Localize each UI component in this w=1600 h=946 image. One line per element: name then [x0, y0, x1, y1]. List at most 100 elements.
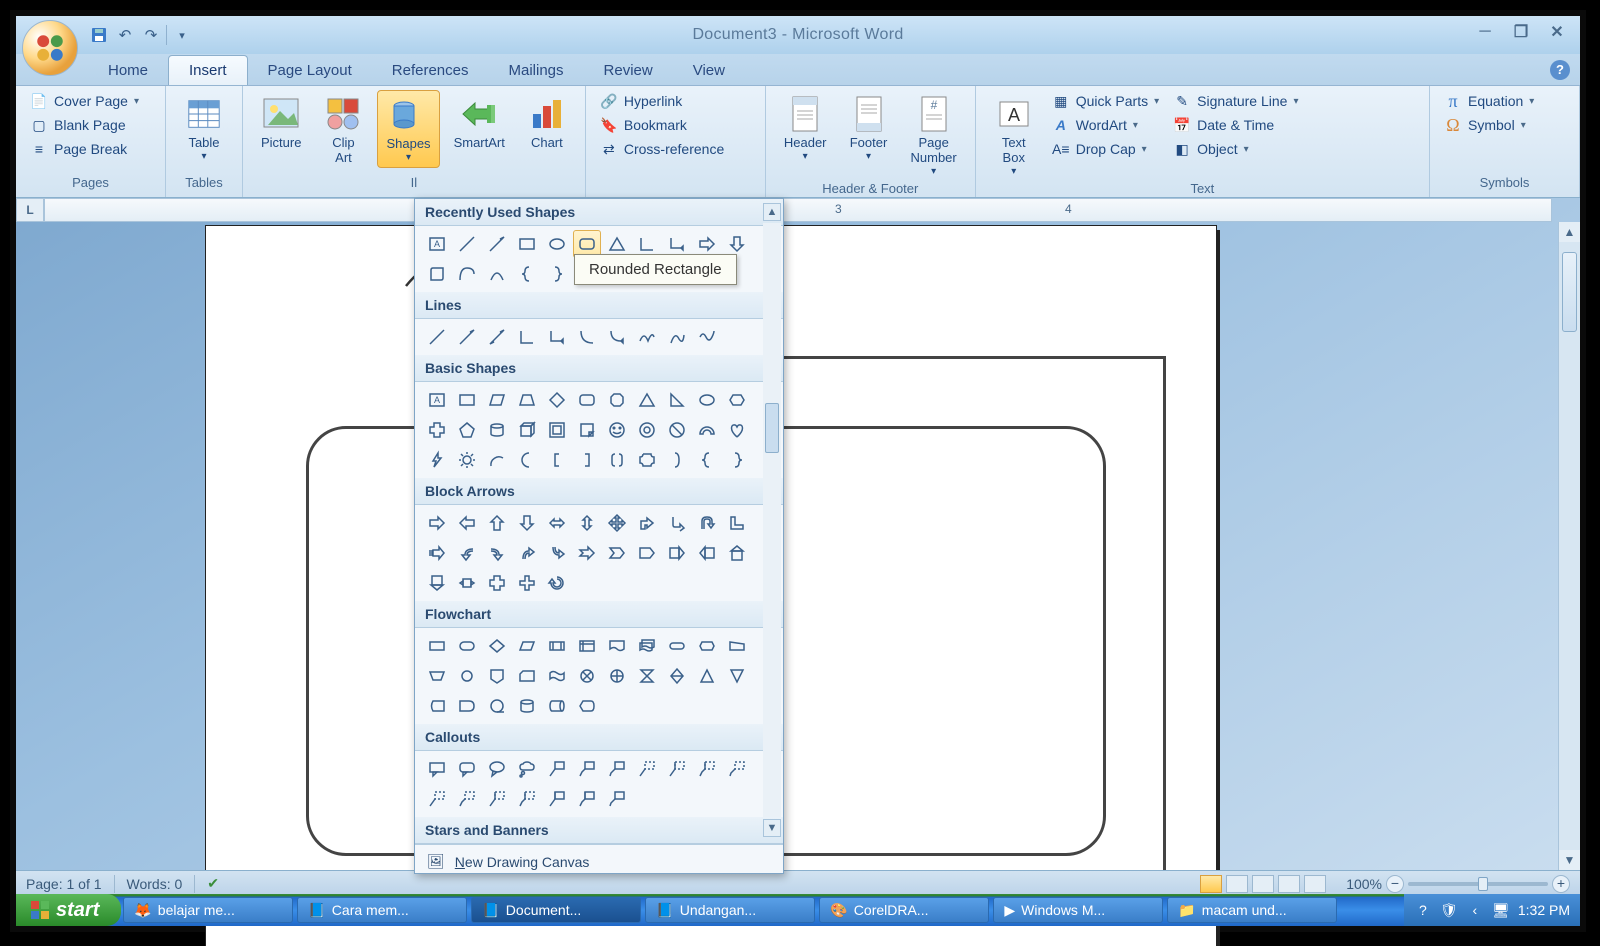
- fc-internal[interactable]: [573, 632, 601, 660]
- fc-diamond[interactable]: [483, 632, 511, 660]
- shape-rectangle[interactable]: [513, 230, 541, 258]
- footer-button[interactable]: Footer▾: [841, 90, 897, 166]
- co-oval[interactable]: [483, 755, 511, 783]
- shape-line[interactable]: [453, 230, 481, 258]
- textbox-button[interactable]: AText Box▾: [986, 90, 1042, 181]
- taskbar-item-wmp[interactable]: ▶Windows M...: [993, 897, 1163, 923]
- ba-curved-d[interactable]: [543, 539, 571, 567]
- horizontal-ruler[interactable]: 2 3 4: [44, 198, 1552, 222]
- tray-monitor-icon[interactable]: 🖥: [1492, 901, 1510, 919]
- bs-hexagon[interactable]: [723, 386, 751, 414]
- page-break-button[interactable]: ≡Page Break: [26, 138, 143, 160]
- ba-bent2[interactable]: [663, 509, 691, 537]
- co-round[interactable]: [453, 755, 481, 783]
- zoom-out-button[interactable]: −: [1386, 875, 1404, 893]
- shape-arrow2[interactable]: [453, 323, 481, 351]
- ba-down[interactable]: [513, 509, 541, 537]
- ba-callout-l[interactable]: [693, 539, 721, 567]
- tray-chevron-icon[interactable]: ‹: [1466, 901, 1484, 919]
- shape-arc[interactable]: [483, 260, 511, 288]
- ba-curved-r[interactable]: [483, 539, 511, 567]
- bookmark-button[interactable]: 🔖Bookmark: [596, 114, 728, 136]
- clipart-button[interactable]: Clip Art: [315, 90, 371, 170]
- bs-triangle[interactable]: [633, 386, 661, 414]
- fc-para[interactable]: [513, 632, 541, 660]
- shape-double-arrow[interactable]: [483, 323, 511, 351]
- date-time-button[interactable]: 📅Date & Time: [1169, 114, 1302, 136]
- fc-round[interactable]: [453, 632, 481, 660]
- vertical-scrollbar[interactable]: ▲ ▼: [1558, 222, 1580, 870]
- bs-rbracket[interactable]: [573, 446, 601, 474]
- co-cloud[interactable]: [513, 755, 541, 783]
- fc-tape[interactable]: [543, 662, 571, 690]
- bs-heart[interactable]: [723, 416, 751, 444]
- shapes-scrollbar[interactable]: ▲ ▼: [763, 203, 781, 837]
- bs-cube[interactable]: [513, 416, 541, 444]
- web-layout-view-button[interactable]: [1252, 875, 1274, 893]
- co-accent2[interactable]: [693, 755, 721, 783]
- bs-folded[interactable]: [573, 416, 601, 444]
- co-border3[interactable]: [483, 785, 511, 813]
- bs-trapezoid[interactable]: [513, 386, 541, 414]
- tab-insert[interactable]: Insert: [168, 55, 248, 85]
- taskbar-item-folder[interactable]: 📁macam und...: [1167, 897, 1337, 923]
- page-number-button[interactable]: #Page Number▾: [903, 90, 965, 181]
- minimize-button[interactable]: ─: [1470, 22, 1500, 42]
- save-icon[interactable]: [88, 24, 110, 46]
- tray-help-icon[interactable]: ?: [1414, 901, 1432, 919]
- fc-seq[interactable]: [483, 692, 511, 720]
- draft-view-button[interactable]: [1304, 875, 1326, 893]
- bs-can[interactable]: [483, 416, 511, 444]
- close-button[interactable]: ✕: [1542, 22, 1572, 42]
- ba-right[interactable]: [423, 509, 451, 537]
- bs-octagon[interactable]: [603, 386, 631, 414]
- ba-curved-l[interactable]: [453, 539, 481, 567]
- bs-lbrace[interactable]: [693, 446, 721, 474]
- ba-circular[interactable]: [543, 569, 571, 597]
- shape-arrow-line[interactable]: [483, 230, 511, 258]
- fc-collate[interactable]: [633, 662, 661, 690]
- ba-quad[interactable]: [603, 509, 631, 537]
- fc-stored[interactable]: [423, 692, 451, 720]
- co-accent3[interactable]: [723, 755, 751, 783]
- bs-sun[interactable]: [453, 446, 481, 474]
- fc-manualop[interactable]: [423, 662, 451, 690]
- co-line1[interactable]: [543, 755, 571, 783]
- bs-arc[interactable]: [483, 446, 511, 474]
- fc-doc[interactable]: [603, 632, 631, 660]
- co-border2[interactable]: [453, 785, 481, 813]
- shape-oval[interactable]: [543, 230, 571, 258]
- fc-sum[interactable]: [573, 662, 601, 690]
- bs-smiley[interactable]: [603, 416, 631, 444]
- tray-shield-icon[interactable]: 🛡: [1440, 901, 1458, 919]
- shape-curve2[interactable]: [633, 323, 661, 351]
- ba-chevron[interactable]: [603, 539, 631, 567]
- start-button[interactable]: start: [16, 894, 121, 926]
- zoom-level[interactable]: 100%: [1346, 876, 1382, 892]
- co-border5[interactable]: [543, 785, 571, 813]
- bs-diamond[interactable]: [543, 386, 571, 414]
- status-page[interactable]: Page: 1 of 1: [26, 876, 102, 892]
- bs-plaque[interactable]: [633, 446, 661, 474]
- chart-button[interactable]: Chart: [519, 90, 575, 155]
- help-icon[interactable]: ?: [1550, 60, 1570, 80]
- co-rect[interactable]: [423, 755, 451, 783]
- co-line3[interactable]: [603, 755, 631, 783]
- ba-left[interactable]: [453, 509, 481, 537]
- fc-extract[interactable]: [693, 662, 721, 690]
- shape-elbow2[interactable]: [513, 323, 541, 351]
- tab-references[interactable]: References: [372, 56, 489, 85]
- ba-uturn[interactable]: [693, 509, 721, 537]
- ba-ud[interactable]: [573, 509, 601, 537]
- ba-lr[interactable]: [543, 509, 571, 537]
- spellcheck-icon[interactable]: ✔: [207, 875, 219, 892]
- shape-scribble[interactable]: [693, 323, 721, 351]
- bs-donut[interactable]: [633, 416, 661, 444]
- shapes-button[interactable]: Shapes▾: [377, 90, 439, 168]
- ba-striped[interactable]: [423, 539, 451, 567]
- co-line2[interactable]: [573, 755, 601, 783]
- taskbar-item-corel[interactable]: 🎨CorelDRA...: [819, 897, 989, 923]
- taskbar-item-firefox[interactable]: 🦊belajar me...: [123, 897, 293, 923]
- full-screen-view-button[interactable]: [1226, 875, 1248, 893]
- symbol-button[interactable]: ΩSymbol: [1440, 114, 1538, 136]
